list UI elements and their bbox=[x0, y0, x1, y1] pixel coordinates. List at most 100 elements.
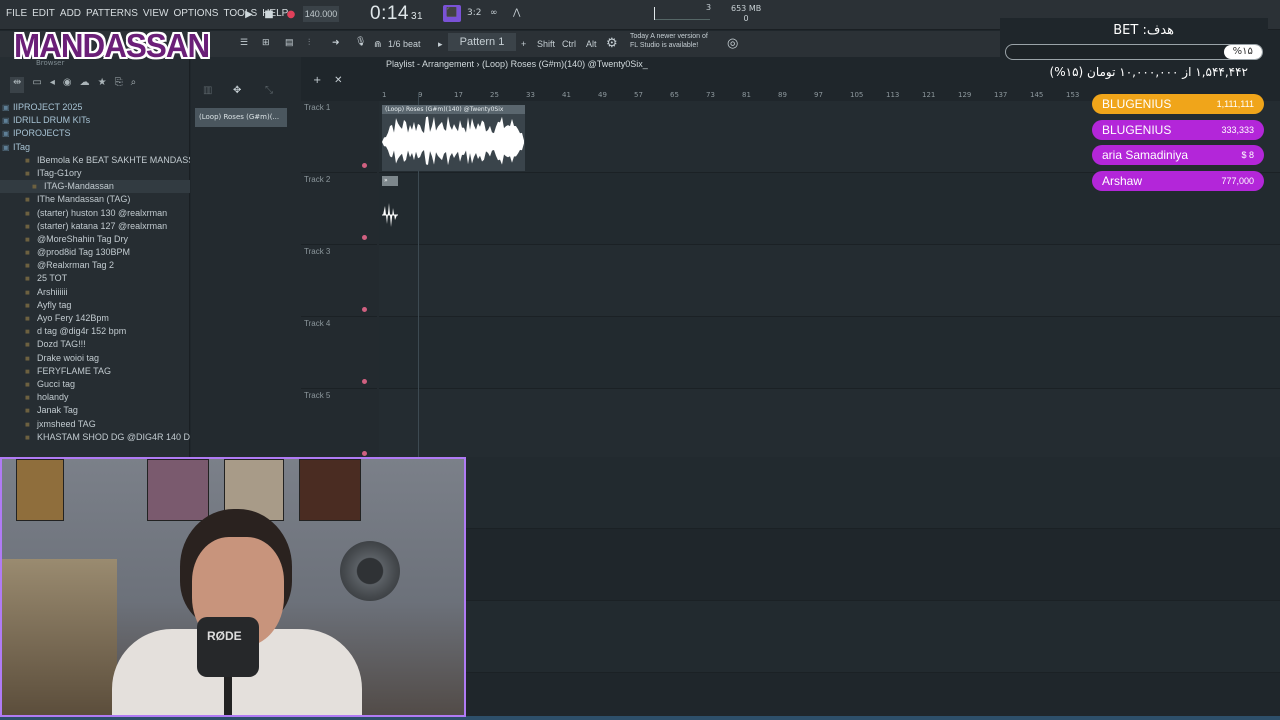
pattern-prev-icon[interactable]: ▸ bbox=[438, 39, 443, 50]
news-panel[interactable]: Today A newer version of FL Studio is av… bbox=[630, 32, 708, 50]
track-header[interactable]: Track 5 bbox=[301, 389, 377, 461]
browser-file[interactable]: Ayfly tag bbox=[0, 299, 190, 312]
browser-search-icon[interactable]: ⌕ bbox=[131, 77, 137, 93]
browser-back-icon[interactable]: ◂ bbox=[50, 77, 55, 93]
lane[interactable] bbox=[466, 601, 1280, 673]
track-header[interactable]: Track 2 bbox=[301, 173, 377, 245]
browser-file[interactable]: IThe Mandassan (TAG) bbox=[0, 193, 190, 206]
track-header[interactable]: Track 3 bbox=[301, 245, 377, 317]
channel-area: ▥ ✥ ⤡ (Loop) Roses (G#m)(... bbox=[191, 57, 301, 457]
track-name: Track 3 bbox=[304, 247, 331, 256]
menu-edit[interactable]: EDIT bbox=[32, 8, 55, 19]
waveform-icon[interactable]: ▥ bbox=[203, 85, 212, 96]
browser-file[interactable]: @Realxrman Tag 2 bbox=[0, 259, 190, 272]
record-icon[interactable]: ● bbox=[284, 7, 298, 21]
browser-star-icon[interactable]: ★ bbox=[98, 77, 107, 93]
browser-cloud-icon[interactable]: ☁ bbox=[80, 77, 90, 93]
lane[interactable] bbox=[466, 673, 1280, 720]
browser-file[interactable]: ITag-G1ory bbox=[0, 167, 190, 180]
snap-icon[interactable]: ⋒ bbox=[374, 39, 382, 50]
view-channel-icon[interactable]: ⊞ bbox=[262, 37, 270, 48]
shift-key[interactable]: Shift bbox=[537, 39, 555, 49]
browser-folder[interactable]: IPOROJECTS bbox=[0, 127, 190, 140]
browser-file[interactable]: Arshiiiiii bbox=[0, 286, 190, 299]
add-pattern-icon[interactable]: + bbox=[521, 39, 526, 49]
browser-file[interactable]: @MoreShahin Tag Dry bbox=[0, 233, 190, 246]
settings-icon[interactable]: ⚙ bbox=[606, 35, 618, 51]
browser-file[interactable]: Drake woioi tag bbox=[0, 352, 190, 365]
update-icon[interactable]: ◎ bbox=[727, 35, 738, 51]
lane[interactable] bbox=[379, 245, 1280, 317]
pattern-selector[interactable]: Pattern 1 bbox=[448, 33, 516, 51]
slide-icon[interactable]: ⤡ bbox=[265, 85, 273, 96]
menu-patterns[interactable]: PATTERNS bbox=[86, 8, 138, 19]
stop-icon[interactable]: ■ bbox=[262, 7, 276, 21]
arrangement-lower bbox=[466, 457, 1280, 717]
browser-files-icon[interactable]: ▭ bbox=[32, 77, 41, 93]
close-icon[interactable]: ✕ bbox=[334, 75, 342, 86]
arrow-icon[interactable]: ➜ bbox=[332, 37, 340, 48]
browser-file[interactable]: (starter) huston 130 @realxrman bbox=[0, 207, 190, 220]
view-mixer-icon[interactable]: ⫶ bbox=[308, 37, 310, 48]
lane[interactable] bbox=[466, 529, 1280, 601]
browser-clip-icon[interactable]: ◉ bbox=[63, 77, 72, 93]
browser-mode-icon[interactable]: ⇹ bbox=[10, 77, 25, 93]
lane[interactable] bbox=[379, 317, 1280, 389]
browser-file[interactable]: Dozd TAG!!! bbox=[0, 338, 190, 351]
mic-icon[interactable]: 🎙 bbox=[355, 36, 366, 47]
ctrl-key[interactable]: Ctrl bbox=[562, 39, 576, 49]
browser-plugin-icon[interactable]: ⎘ bbox=[115, 77, 123, 93]
playlist-title: Playlist - Arrangement › (Loop) Roses (G… bbox=[386, 59, 648, 69]
lane[interactable] bbox=[379, 389, 1280, 461]
track-header[interactable]: Track 4 bbox=[301, 317, 377, 389]
browser-file[interactable]: jxmsheed TAG bbox=[0, 418, 190, 431]
tempo-display[interactable]: 140.000 bbox=[303, 6, 339, 22]
browser-file[interactable]: IBemola Ke BEAT SAKHTE MANDASSAN bbox=[0, 154, 190, 167]
song-time-display[interactable]: 0:14 31 bbox=[370, 3, 423, 25]
browser-file[interactable]: Ayo Fery 142Bpm bbox=[0, 312, 190, 325]
record-mode-icon[interactable]: ⬛ bbox=[443, 5, 461, 22]
menu-view[interactable]: VIEW bbox=[143, 8, 169, 19]
menu-add[interactable]: ADD bbox=[60, 8, 81, 19]
menu-file[interactable]: FILE bbox=[6, 8, 27, 19]
lane[interactable] bbox=[466, 457, 1280, 529]
view-playlist-icon[interactable]: ☰ bbox=[240, 37, 248, 48]
track-mute-dot[interactable] bbox=[362, 235, 367, 240]
browser-file[interactable]: ITAG-Mandassan bbox=[0, 180, 190, 194]
ruler-tick: 153 bbox=[1066, 91, 1080, 99]
alt-key[interactable]: Alt bbox=[586, 39, 597, 49]
audio-clip-tag[interactable]: » bbox=[382, 176, 398, 186]
track-mute-dot[interactable] bbox=[362, 163, 367, 168]
clip-source-pad[interactable]: (Loop) Roses (G#m)(... bbox=[195, 108, 287, 127]
track-name: Track 2 bbox=[304, 175, 331, 184]
play-icon[interactable]: ▶ bbox=[242, 7, 256, 21]
browser-file[interactable]: 25 TOT bbox=[0, 272, 190, 285]
browser-file[interactable]: Janak Tag bbox=[0, 404, 190, 417]
browser-folder[interactable]: IDRILL DRUM KITs bbox=[0, 114, 190, 127]
browser-file[interactable]: Gucci tag bbox=[0, 378, 190, 391]
browser-folder[interactable]: IIPROJECT 2025 bbox=[0, 101, 190, 114]
track-mute-dot[interactable] bbox=[362, 451, 367, 456]
menu-options[interactable]: OPTIONS bbox=[173, 8, 218, 19]
metronome-icon[interactable]: ⋀ bbox=[513, 8, 520, 18]
browser-file[interactable]: holandy bbox=[0, 391, 190, 404]
browser-file[interactable]: @prod8id Tag 130BPM bbox=[0, 246, 190, 259]
browser-file[interactable]: d tag @dig4r 152 bpm bbox=[0, 325, 190, 338]
browser-file[interactable]: (starter) katana 127 @realxrman bbox=[0, 220, 190, 233]
browser-file[interactable]: FERYFLAME TAG bbox=[0, 365, 190, 378]
view-piano-icon[interactable]: ▤ bbox=[285, 37, 294, 48]
track-mute-dot[interactable] bbox=[362, 307, 367, 312]
ruler-tick: 145 bbox=[1030, 91, 1044, 99]
loop-icon[interactable]: ∞ bbox=[490, 8, 498, 18]
track-mute-dot[interactable] bbox=[362, 379, 367, 384]
browser-folder[interactable]: ITag bbox=[0, 141, 190, 154]
donor-amount: 777,000 bbox=[1221, 175, 1254, 186]
news-line2: FL Studio is available! bbox=[630, 42, 699, 49]
split-icon[interactable]: ✥ bbox=[233, 85, 241, 96]
snap-value[interactable]: 3:2 bbox=[467, 8, 481, 18]
snap-select[interactable]: 1/6 beat bbox=[388, 39, 421, 49]
browser-file[interactable]: KHASTAM SHOD DG @DIG4R 140 D# bbox=[0, 431, 190, 444]
track-header[interactable]: Track 1 bbox=[301, 101, 377, 173]
add-track-icon[interactable]: + bbox=[313, 75, 321, 86]
audio-clip-roses[interactable]: (Loop) Roses (G#m)(140) @Twenty0Six bbox=[382, 105, 525, 171]
